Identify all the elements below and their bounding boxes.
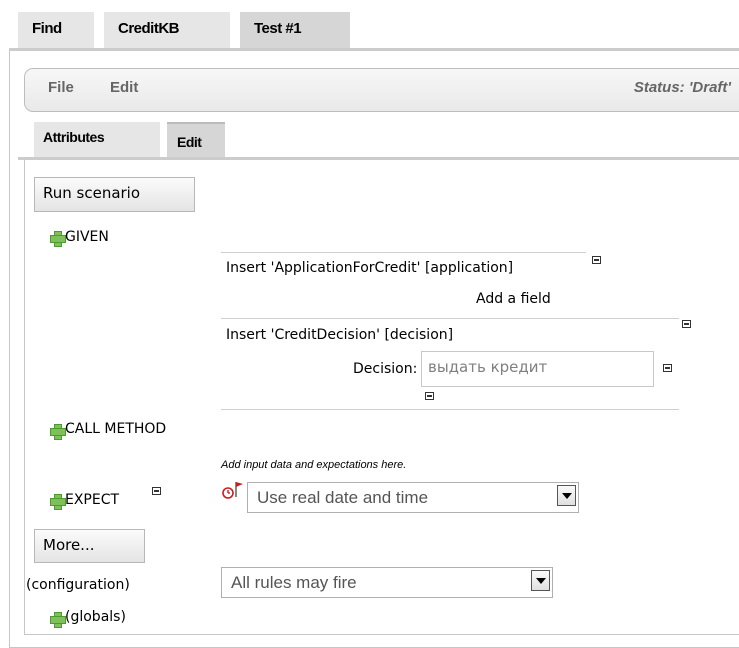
globals-label: (globals) [65,609,126,625]
remove-field-icon[interactable] [425,392,434,400]
remove-fact-decision-icon[interactable] [682,320,691,328]
add-expect-icon[interactable] [50,494,66,510]
more-button[interactable]: More... [34,529,145,563]
configuration-label: (configuration) [26,577,130,593]
remove-expect-icon[interactable] [152,487,161,495]
decision-input[interactable]: выдать кредит [421,351,654,387]
fact-application-label[interactable]: Insert 'ApplicationForCredit' [applicati… [226,260,513,276]
fact-decision-label[interactable]: Insert 'CreditDecision' [decision] [226,327,453,343]
date-time-select[interactable]: Use real date and time [247,482,579,513]
tab-find[interactable]: Find [18,12,94,48]
tab-attributes[interactable]: Attributes [34,122,160,157]
given-label: GIVEN [65,229,109,245]
configuration-select-value: All rules may fire [231,573,357,592]
menu-file[interactable]: File [48,79,74,96]
add-field-link[interactable]: Add a field [476,291,551,307]
menu-edit[interactable]: Edit [110,79,138,96]
hint-text: Add input data and expectations here. [221,459,407,471]
add-globals-icon[interactable] [50,612,66,628]
configuration-select[interactable]: All rules may fire [221,567,553,598]
call-method-label: CALL METHOD [65,421,167,437]
scenario-panel [24,160,739,635]
add-given-icon[interactable] [50,231,66,247]
fact-divider [221,409,679,410]
expect-label: EXPECT [65,492,120,508]
remove-fact-application-icon[interactable] [592,256,601,264]
chevron-down-icon[interactable] [557,485,576,506]
decision-field-label: Decision: [353,361,418,377]
run-scenario-button[interactable]: Run scenario [34,177,195,212]
chevron-down-icon[interactable] [531,570,550,591]
fact-divider [221,252,586,253]
tab-test-1[interactable]: Test #1 [240,12,350,48]
tab-creditkb[interactable]: CreditKB [104,12,230,48]
remove-decision-field-icon[interactable] [663,364,672,372]
fact-divider [221,318,679,319]
status-label: Status: 'Draft' [633,79,731,96]
tab-edit[interactable]: Edit [167,122,225,157]
clock-flag-icon [222,482,243,499]
date-time-select-value: Use real date and time [257,488,429,507]
add-call-method-icon[interactable] [50,424,66,440]
